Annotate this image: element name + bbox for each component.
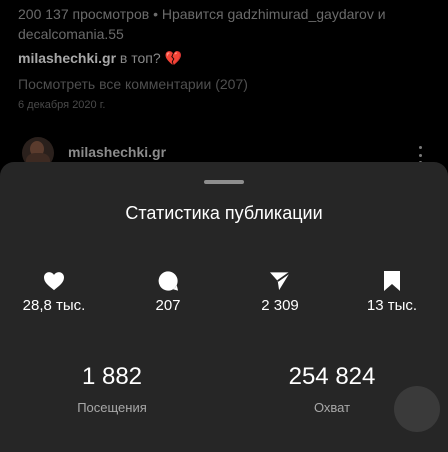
profile-visits-label: Посещения — [77, 400, 147, 415]
caption-username[interactable]: milashechki.gr — [18, 50, 116, 66]
send-icon — [268, 270, 292, 292]
comment-icon — [156, 270, 180, 292]
profile-visits-value: 1 882 — [81, 363, 143, 390]
crescent-icon — [402, 394, 417, 424]
sheet-title: Статистика публикации — [125, 203, 323, 223]
views-and-likes-line[interactable]: 200 137 просмотров • Нравится gadzhimura… — [18, 4, 438, 44]
sheet-drag-handle[interactable] — [204, 180, 244, 184]
post-stats-sheet: Статистика публикации 28,8 тыс. 207 2 30… — [0, 162, 448, 452]
background-post: 200 137 просмотров • Нравится gadzhimura… — [0, 0, 448, 180]
heart-icon — [42, 270, 66, 292]
view-all-comments-link[interactable]: Посмотреть все комментарии (207) — [18, 74, 248, 94]
broken-heart-icon: 💔 — [164, 50, 182, 66]
shares-count: 2 309 — [261, 297, 299, 314]
reach-value: 254 824 — [288, 363, 376, 390]
next-post-username[interactable]: milashechki.gr — [68, 142, 166, 162]
floating-action-button[interactable] — [394, 386, 440, 432]
caption-text: в топ? — [116, 50, 165, 66]
saves-count: 13 тыс. — [366, 297, 418, 314]
comments-count: 207 — [155, 297, 181, 314]
post-caption: milashechki.gr в топ? 💔 — [18, 48, 182, 68]
post-date: 6 декабря 2020 г. — [18, 99, 106, 111]
bookmark-icon — [380, 270, 404, 292]
likes-count: 28,8 тыс. — [22, 297, 86, 314]
